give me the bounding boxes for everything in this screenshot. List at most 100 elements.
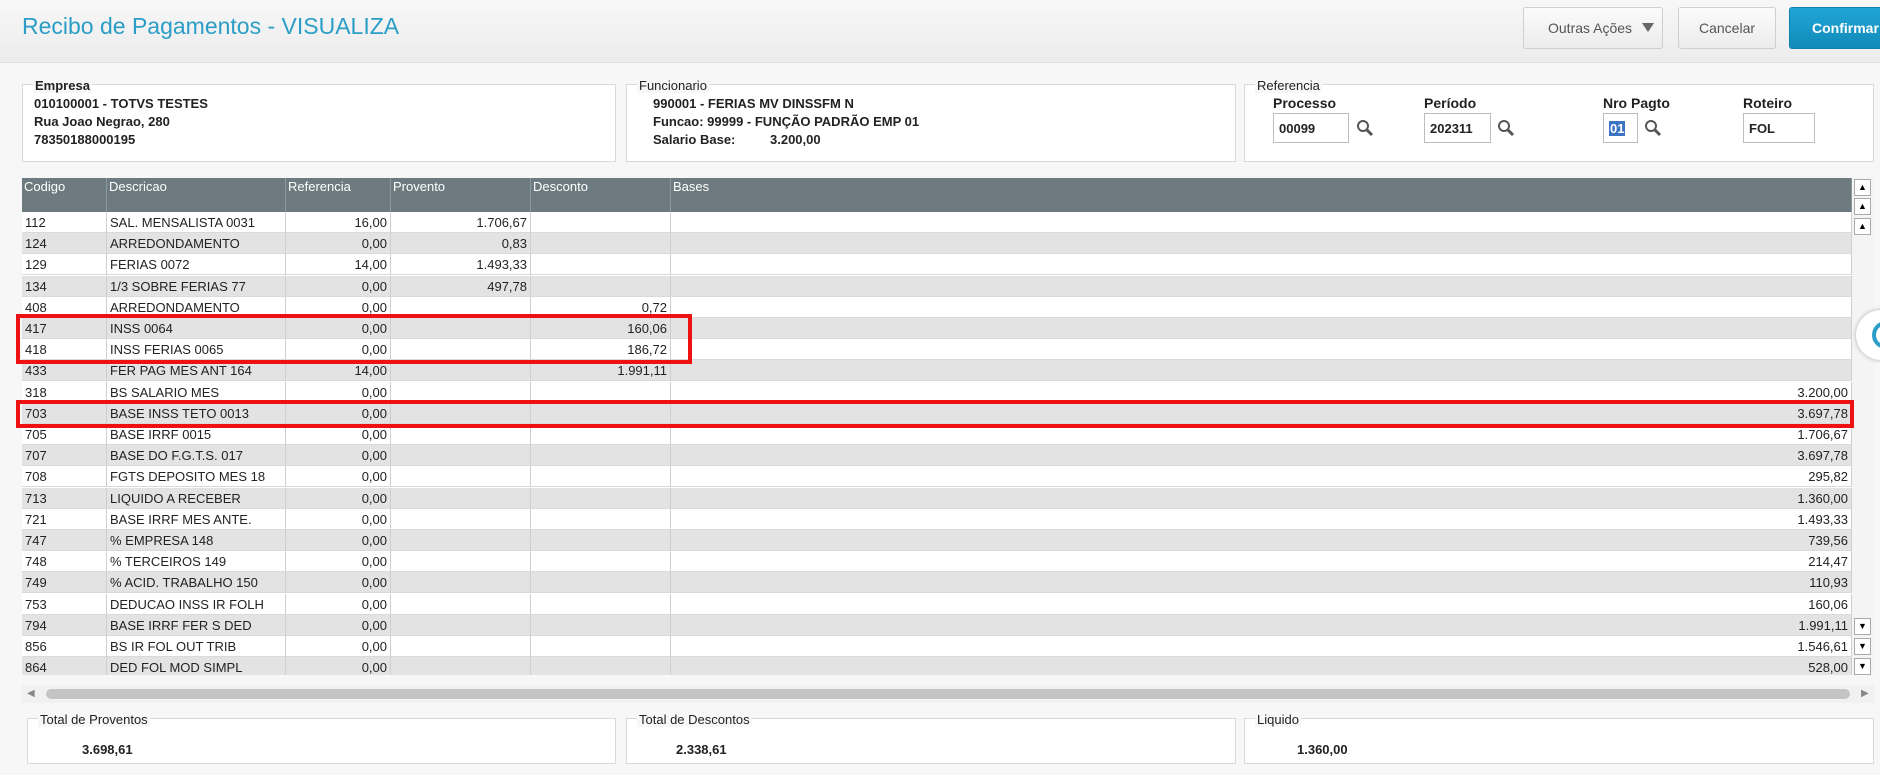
- cell-bases: 214,47: [671, 551, 1852, 573]
- cell-referencia: 0,00: [286, 572, 391, 594]
- liquido-label: Liquido: [1255, 712, 1301, 727]
- periodo-input[interactable]: 202311: [1424, 113, 1491, 143]
- column-header-desconto[interactable]: Desconto: [531, 178, 671, 212]
- cell-bases: [671, 318, 1852, 339]
- scroll-page-down-icon[interactable]: ▼: [1854, 638, 1871, 655]
- cell-descricao: SAL. MENSALISTA 0031: [107, 212, 286, 233]
- table-row[interactable]: 747% EMPRESA 148 0,00 739,56: [22, 530, 1852, 551]
- table-row[interactable]: 794 BASE IRRF FER S DED 0,00 1.991,11: [22, 614, 1852, 636]
- column-header-provento[interactable]: Provento: [391, 178, 531, 212]
- cell-bases: 3.697,78: [671, 445, 1852, 467]
- horizontal-scrollbar[interactable]: ◀ ▶: [22, 685, 1874, 703]
- cell-provento: 0,83: [391, 233, 531, 255]
- scroll-top-icon[interactable]: ▲: [1854, 179, 1871, 196]
- horizontal-scroll-thumb[interactable]: [46, 689, 1850, 699]
- table-row[interactable]: 703 BASE INSS TETO 0013 0,00 3.697,78: [22, 402, 1852, 424]
- cell-provento: [391, 424, 531, 445]
- cell-descricao: LIQUIDO A RECEBER: [107, 487, 286, 509]
- cell-provento: [391, 445, 531, 467]
- cell-desconto: [531, 551, 671, 573]
- cell-codigo: 418: [22, 339, 107, 361]
- nro-pagto-input[interactable]: 01: [1603, 113, 1638, 143]
- cell-desconto: [531, 212, 671, 233]
- cell-referencia: 0,00: [286, 551, 391, 573]
- table-row[interactable]: 705 BASE IRRF 0015 0,00 1.706,67: [22, 424, 1852, 445]
- cell-desconto: [531, 636, 671, 657]
- table-row[interactable]: 318 BS SALARIO MES 0,00 3.200,00: [22, 381, 1852, 403]
- verbas-grid: Codigo Descricao Referencia Provento Descont…: [22, 178, 1852, 675]
- table-row[interactable]: 748% TERCEIROS 149 0,00 214,47: [22, 551, 1852, 573]
- table-row[interactable]: 856 BS IR FOL OUT TRIB 0,00 1.546,61: [22, 636, 1852, 657]
- table-row[interactable]: 864 DED FOL MOD SIMPL 0,00 528,00: [22, 657, 1852, 675]
- table-row[interactable]: 708 FGTS DEPOSITO MES 18 0,00 295,82: [22, 466, 1852, 488]
- table-row[interactable]: 753 DEDUCAO INSS IR FOLH 0,00 160,06: [22, 593, 1852, 615]
- table-row[interactable]: 749% ACID. TRABALHO 150 0,00 110,93: [22, 572, 1852, 594]
- cell-desconto: [531, 530, 671, 551]
- confirm-button[interactable]: Confirmar: [1789, 7, 1880, 49]
- cell-provento: [391, 572, 531, 594]
- cell-bases: [671, 360, 1852, 382]
- table-row[interactable]: 408 ARREDONDAMENTO 0,00 0,72: [22, 296, 1852, 318]
- outras-acoes-button[interactable]: Outras Ações: [1523, 7, 1663, 49]
- search-processo-icon[interactable]: [1356, 119, 1374, 137]
- table-row[interactable]: 713 LIQUIDO A RECEBER 0,00 1.360,00: [22, 487, 1852, 509]
- cell-descricao: DED FOL MOD SIMPL: [107, 657, 286, 675]
- cell-codigo: 112: [22, 212, 107, 233]
- funcionario-funcao: Funcao: 99999 - FUNÇÃO PADRÃO EMP 01: [653, 114, 920, 129]
- scroll-down-icon[interactable]: ▼: [1854, 618, 1871, 635]
- cell-descricao: INSS FERIAS 0065: [107, 339, 286, 361]
- cell-codigo: 749: [22, 572, 107, 594]
- page-title: Recibo de Pagamentos - VISUALIZA: [22, 13, 400, 39]
- liquido-panel: Liquido 1.360,00: [1244, 712, 1874, 764]
- referencia-legend: Referencia: [1255, 78, 1322, 93]
- column-header-descricao[interactable]: Descricao: [107, 178, 286, 212]
- table-row[interactable]: 433 FER PAG MES ANT 164 14,00 1.991,11: [22, 360, 1852, 382]
- cell-bases: 739,56: [671, 530, 1852, 551]
- cell-referencia: 16,00: [286, 212, 391, 233]
- empresa-cnpj: 78350188000195: [34, 132, 136, 147]
- table-row[interactable]: 124 ARREDONDAMENTO 0,00 0,83: [22, 233, 1852, 255]
- roteiro-input[interactable]: FOL: [1743, 113, 1815, 143]
- cell-descricao: % ACID. TRABALHO 150: [107, 572, 286, 594]
- total-proventos-label: Total de Proventos: [38, 712, 150, 727]
- cancel-button[interactable]: Cancelar: [1678, 7, 1776, 49]
- table-row[interactable]: 134 1/3 SOBRE FERIAS 77 0,00 497,78: [22, 275, 1852, 297]
- table-row[interactable]: 721 BASE IRRF MES ANTE. 0,00 1.493,33: [22, 508, 1852, 530]
- scroll-right-icon[interactable]: ▶: [1861, 688, 1869, 699]
- processo-input[interactable]: 00099: [1273, 113, 1349, 143]
- scroll-bottom-icon[interactable]: ▼: [1854, 658, 1871, 675]
- table-row[interactable]: 129 FERIAS 0072 14,00 1.493,33: [22, 254, 1852, 276]
- cell-referencia: 0,00: [286, 402, 391, 424]
- cell-codigo: 433: [22, 360, 107, 382]
- column-header-bases[interactable]: Bases: [671, 178, 1852, 212]
- cell-provento: [391, 381, 531, 403]
- outras-acoes-label: Outras Ações: [1548, 20, 1633, 36]
- vertical-scrollbar[interactable]: ▲ ▲ ▲ ▼ ▼ ▼: [1852, 178, 1874, 675]
- empresa-address: Rua Joao Negrao, 280: [34, 114, 170, 129]
- scroll-up-icon[interactable]: ▲: [1854, 218, 1871, 235]
- cell-referencia: 0,00: [286, 487, 391, 509]
- column-header-codigo[interactable]: Codigo: [22, 178, 107, 212]
- cell-referencia: 0,00: [286, 296, 391, 318]
- scroll-page-up-icon[interactable]: ▲: [1854, 198, 1871, 215]
- table-row[interactable]: 418 INSS FERIAS 0065 0,00 186,72: [22, 339, 1852, 361]
- cell-referencia: 0,00: [286, 318, 391, 339]
- column-header-referencia[interactable]: Referencia: [286, 178, 391, 212]
- cell-bases: 3.697,78: [671, 402, 1852, 424]
- search-periodo-icon[interactable]: [1497, 119, 1515, 137]
- search-nro-pagto-icon[interactable]: [1644, 119, 1662, 137]
- cell-referencia: 0,00: [286, 614, 391, 636]
- assistant-icon[interactable]: [1856, 310, 1880, 360]
- cell-descricao: 1/3 SOBRE FERIAS 77: [107, 275, 286, 297]
- table-row[interactable]: 112 SAL. MENSALISTA 0031 16,00 1.706,67: [22, 212, 1852, 233]
- table-row[interactable]: 417 INSS 0064 0,00 160,06: [22, 318, 1852, 339]
- scroll-left-icon[interactable]: ◀: [27, 688, 35, 699]
- cell-descricao: FERIAS 0072: [107, 254, 286, 276]
- cell-desconto: 0,72: [531, 296, 671, 318]
- cell-descricao: % EMPRESA 148: [107, 530, 286, 551]
- table-row[interactable]: 707 BASE DO F.G.T.S. 017 0,00 3.697,78: [22, 445, 1852, 467]
- roteiro-value: FOL: [1749, 121, 1775, 136]
- cell-codigo: 753: [22, 593, 107, 615]
- cell-referencia: 14,00: [286, 254, 391, 276]
- cell-referencia: 0,00: [286, 381, 391, 403]
